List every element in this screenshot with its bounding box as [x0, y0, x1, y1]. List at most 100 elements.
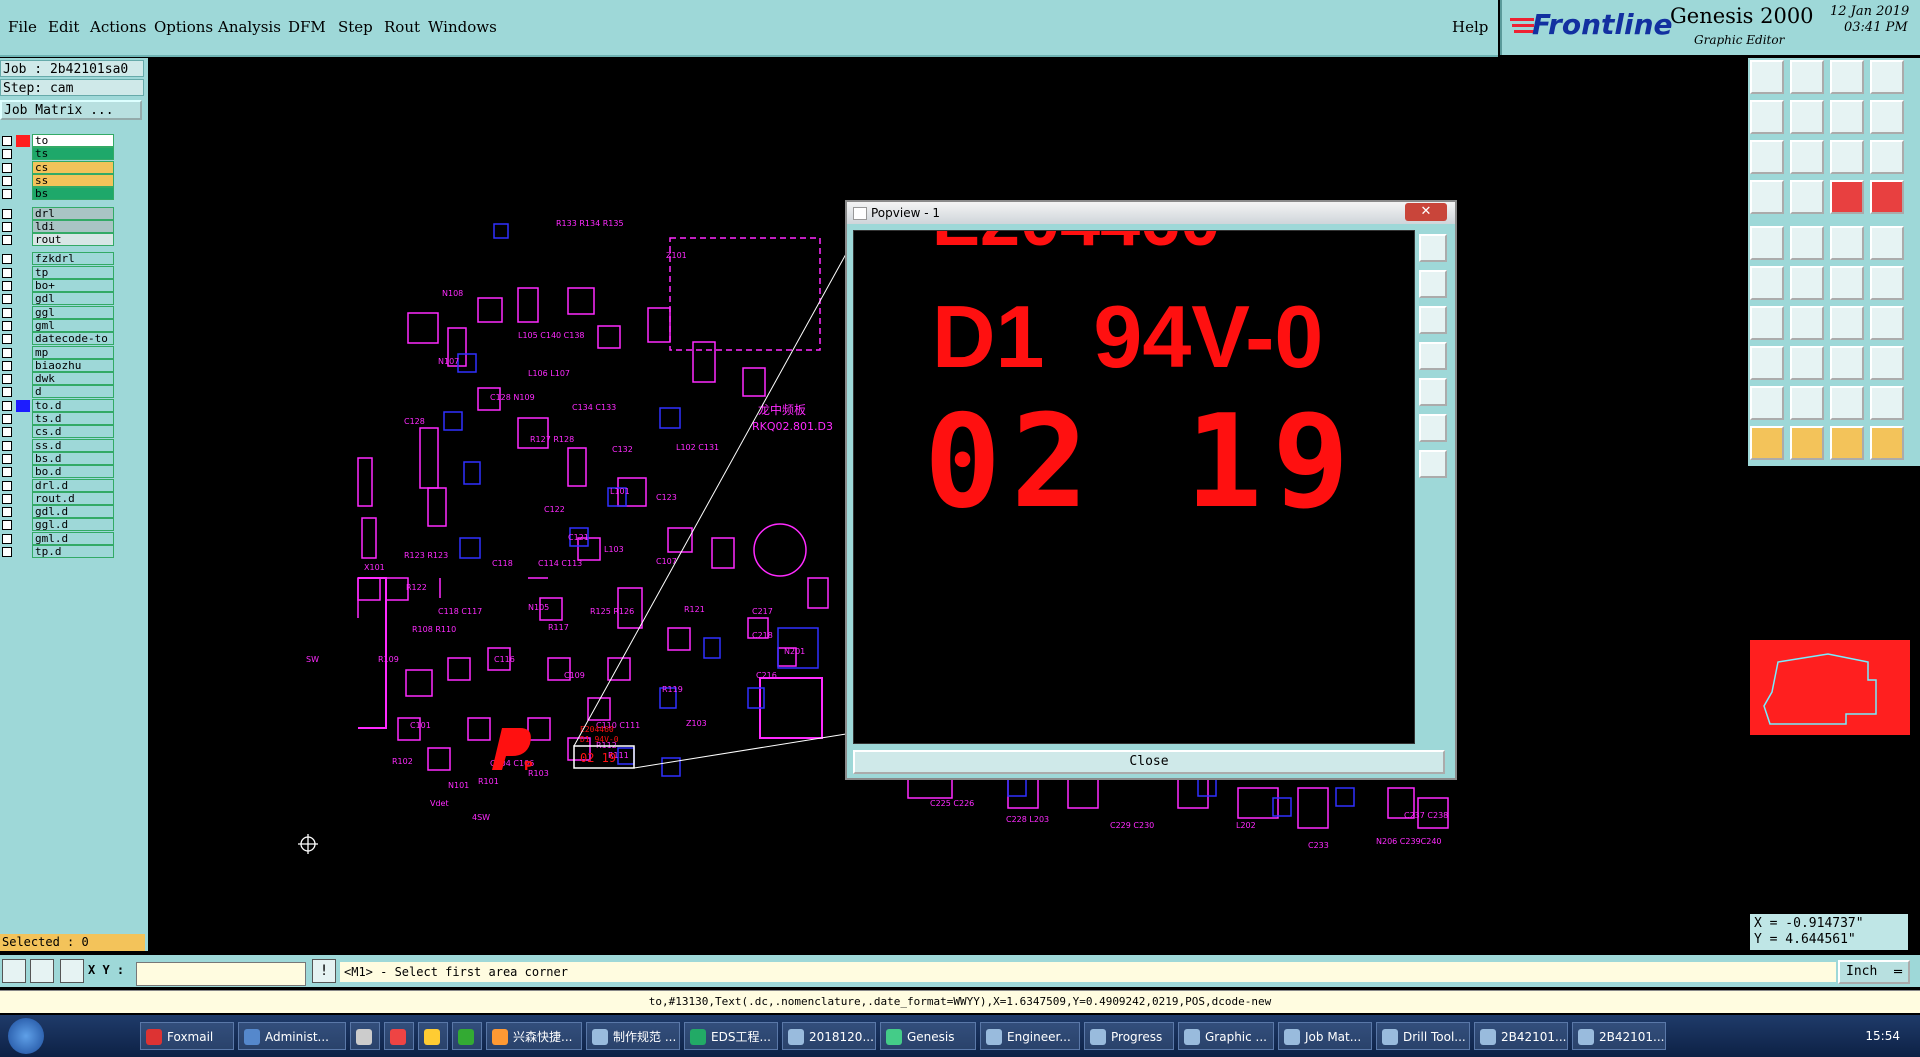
- menu-rout[interactable]: Rout: [384, 18, 420, 36]
- pan-down-icon[interactable]: [1419, 306, 1447, 334]
- layer-checkbox[interactable]: [2, 320, 12, 331]
- layer-row-drl-d[interactable]: drl.d: [0, 478, 118, 493]
- layer-checkbox[interactable]: [2, 294, 12, 305]
- snap-icon[interactable]: [1830, 180, 1864, 214]
- taskbar-item[interactable]: 制作规范 ...: [586, 1022, 680, 1050]
- layer-row-drl[interactable]: drl: [0, 206, 118, 221]
- menu-edit[interactable]: Edit: [48, 18, 79, 36]
- pan-left-icon[interactable]: [1419, 342, 1447, 370]
- taskbar-item[interactable]: Genesis: [880, 1022, 976, 1050]
- select-icon[interactable]: [1750, 426, 1784, 460]
- layer-name[interactable]: bs.d: [32, 451, 114, 465]
- layer-checkbox[interactable]: [2, 267, 12, 278]
- drc-icon[interactable]: [1870, 180, 1904, 214]
- unit-selector[interactable]: Inch ═: [1838, 960, 1910, 984]
- layer-checkbox[interactable]: [2, 189, 12, 200]
- layer-name[interactable]: mp: [32, 345, 114, 359]
- layer-row-ggl-d[interactable]: ggl.d: [0, 518, 118, 532]
- layer-name[interactable]: drl.d: [32, 478, 114, 492]
- layer-checkbox[interactable]: [2, 235, 12, 246]
- layer-name[interactable]: bs: [32, 187, 114, 201]
- menu-windows[interactable]: Windows: [428, 18, 497, 36]
- layer-name[interactable]: biaozhu: [32, 358, 114, 372]
- taskbar-item[interactable]: [418, 1022, 448, 1050]
- layer-name[interactable]: ss.d: [32, 438, 114, 452]
- scale-icon[interactable]: [1830, 140, 1864, 174]
- zoom-out-icon[interactable]: [1419, 414, 1447, 442]
- layer-checkbox[interactable]: [2, 136, 12, 146]
- next-icon[interactable]: [1790, 100, 1824, 134]
- layer-checkbox[interactable]: [2, 467, 12, 478]
- arrow-icon[interactable]: [1830, 266, 1864, 300]
- layer-row-cs-d[interactable]: cs.d: [0, 425, 118, 439]
- layer-name[interactable]: tp: [32, 265, 114, 279]
- layer-name[interactable]: to: [32, 134, 114, 147]
- layer-name[interactable]: ss: [32, 173, 114, 187]
- layer-checkbox[interactable]: [2, 453, 12, 464]
- grid-icon[interactable]: [60, 959, 84, 983]
- layer-row-bo-[interactable]: bo+: [0, 279, 118, 293]
- group-icon[interactable]: [1870, 346, 1904, 380]
- layer-checkbox[interactable]: [2, 387, 12, 398]
- home-icon[interactable]: [1830, 60, 1864, 94]
- layer-checkbox[interactable]: [2, 221, 12, 232]
- xy-input[interactable]: [136, 962, 306, 986]
- undo-icon[interactable]: [1830, 100, 1864, 134]
- taskbar-item[interactable]: 2B42101...: [1572, 1022, 1666, 1050]
- move-icon[interactable]: [1870, 266, 1904, 300]
- zoom-icon[interactable]: [1790, 140, 1824, 174]
- layer-checkbox[interactable]: [2, 440, 12, 451]
- layer-row-bs-d[interactable]: bs.d: [0, 451, 118, 466]
- prev-icon[interactable]: [1750, 100, 1784, 134]
- view-icon[interactable]: [1750, 180, 1784, 214]
- connect-icon[interactable]: [1750, 266, 1784, 300]
- taskbar-item[interactable]: Engineer...: [980, 1022, 1080, 1050]
- select4-icon[interactable]: [1870, 426, 1904, 460]
- layer-name[interactable]: cs.d: [32, 425, 114, 439]
- taskbar-item[interactable]: [384, 1022, 414, 1050]
- taskbar-item[interactable]: Graphic ...: [1178, 1022, 1274, 1050]
- layer-checkbox[interactable]: [2, 480, 12, 491]
- layer-checkbox[interactable]: [2, 400, 12, 411]
- layer-row-biaozhu[interactable]: biaozhu: [0, 358, 118, 373]
- layer-name[interactable]: gdl.d: [32, 505, 114, 519]
- angle-icon[interactable]: [30, 959, 54, 983]
- layer-name[interactable]: bo.d: [32, 465, 114, 479]
- layer-name[interactable]: rout: [32, 233, 114, 247]
- fit-icon[interactable]: [1750, 140, 1784, 174]
- menu-dfm[interactable]: DFM: [288, 18, 326, 36]
- layer-checkbox[interactable]: [2, 149, 12, 160]
- layer-row-gdl[interactable]: gdl: [0, 292, 118, 306]
- layer-row-ts-d[interactable]: ts.d: [0, 412, 118, 426]
- redo-icon[interactable]: [1870, 100, 1904, 134]
- layer-name[interactable]: d: [32, 385, 114, 399]
- layer-row-to[interactable]: to: [0, 134, 118, 148]
- layer-checkbox[interactable]: [2, 427, 12, 438]
- triangle4-icon[interactable]: [1870, 386, 1904, 420]
- text-icon[interactable]: [1830, 226, 1864, 260]
- align-icon[interactable]: [1830, 346, 1864, 380]
- select3-icon[interactable]: [1830, 426, 1864, 460]
- step-icon[interactable]: [1870, 60, 1904, 94]
- layer-name[interactable]: dwk: [32, 372, 114, 386]
- layer-name[interactable]: gdl: [32, 292, 114, 306]
- layer-row-gml[interactable]: gml: [0, 318, 118, 333]
- angle-tool-icon[interactable]: [1750, 306, 1784, 340]
- layer-row-ggl[interactable]: ggl: [0, 305, 118, 320]
- save-icon[interactable]: [1790, 60, 1824, 94]
- layer-row-bo-d[interactable]: bo.d: [0, 465, 118, 479]
- zoom-in-icon[interactable]: [1419, 450, 1447, 478]
- layer-row-ss[interactable]: ss: [0, 173, 118, 188]
- layer-row-tp[interactable]: tp: [0, 265, 118, 280]
- layer-checkbox[interactable]: [2, 347, 12, 358]
- layer-name[interactable]: tp.d: [32, 545, 114, 558]
- taskbar-item[interactable]: Foxmail: [140, 1022, 234, 1050]
- layer-name[interactable]: to.d: [32, 398, 114, 412]
- circle-icon[interactable]: [1870, 226, 1904, 260]
- layer-row-fzkdrl[interactable]: fzkdrl: [0, 252, 118, 266]
- taskbar-item[interactable]: Progress: [1084, 1022, 1174, 1050]
- triangle-icon[interactable]: [1750, 386, 1784, 420]
- popview-close-button[interactable]: Close: [853, 750, 1445, 774]
- taskbar-item[interactable]: [452, 1022, 482, 1050]
- cut-icon[interactable]: [1790, 266, 1824, 300]
